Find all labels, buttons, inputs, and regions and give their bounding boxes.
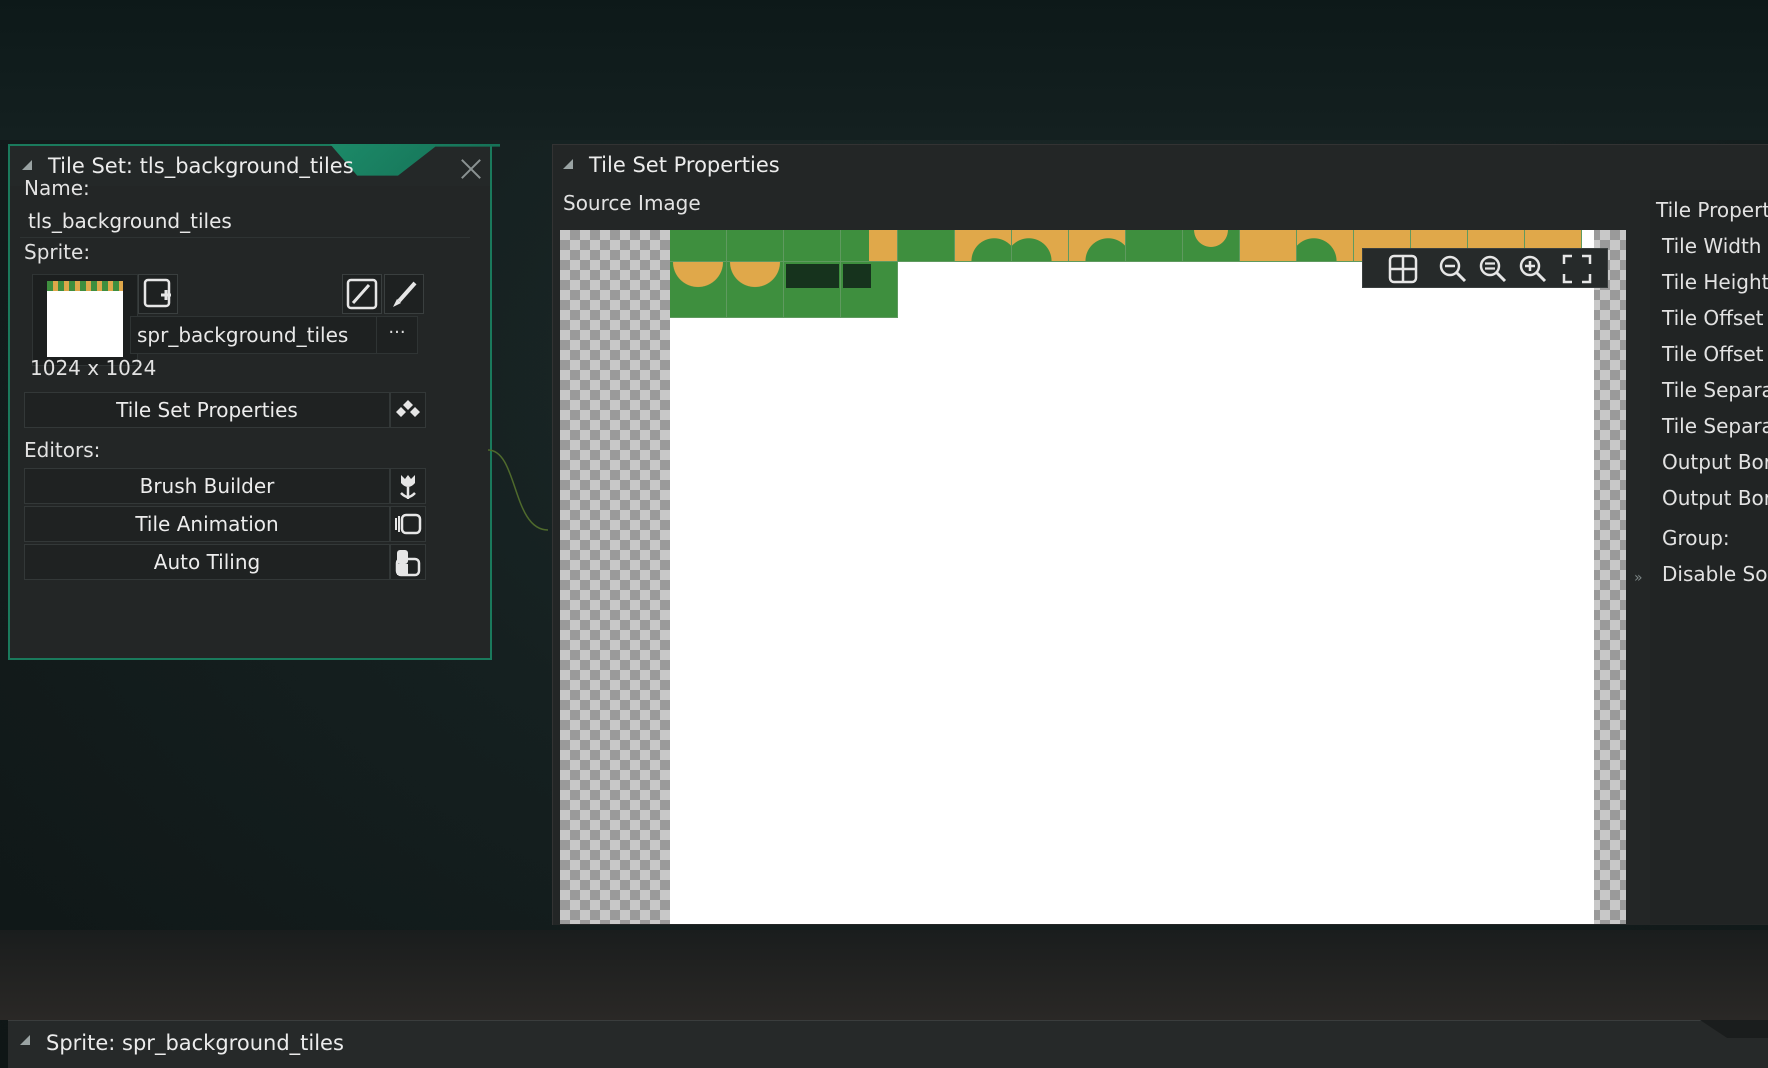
panel-expander-icon[interactable]: » bbox=[1634, 570, 1643, 586]
film-frames-icon bbox=[395, 513, 422, 535]
sprite-browse-button[interactable]: ··· bbox=[376, 316, 418, 354]
tile[interactable] bbox=[1126, 230, 1183, 262]
brush-builder-button[interactable]: Brush Builder bbox=[24, 468, 390, 504]
source-image bbox=[670, 230, 1594, 924]
auto-tiling-button[interactable]: Auto Tiling bbox=[24, 544, 390, 580]
brush-icon bbox=[393, 281, 417, 307]
tile-properties-panel: Tile Propert Tile Width Tile Height Tile… bbox=[1650, 190, 1768, 924]
tile-separation-x-label: Tile Separa bbox=[1662, 378, 1768, 402]
tile-set-properties-icon-button[interactable] bbox=[390, 392, 426, 428]
auto-tiling-icon-button[interactable] bbox=[390, 544, 426, 580]
name-field[interactable]: tls_background_tiles bbox=[20, 204, 470, 238]
sprite-preview-image bbox=[47, 281, 123, 357]
tile[interactable] bbox=[670, 230, 727, 262]
sprite-name-field[interactable]: spr_background_tiles bbox=[130, 316, 412, 354]
output-border-x-label: Output Bor bbox=[1662, 450, 1768, 474]
tiles-diamond-icon bbox=[396, 400, 420, 417]
tile[interactable] bbox=[1069, 230, 1126, 262]
tile-animation-button[interactable]: Tile Animation bbox=[24, 506, 390, 542]
collapse-triangle-icon[interactable] bbox=[22, 160, 32, 170]
tile[interactable] bbox=[784, 262, 841, 318]
tile-separation-y-label: Tile Separa bbox=[1662, 414, 1768, 438]
grid-toggle-button[interactable] bbox=[1387, 253, 1419, 285]
editors-label: Editors: bbox=[24, 438, 101, 462]
properties-window-title: Tile Set Properties bbox=[589, 153, 780, 177]
close-icon[interactable] bbox=[460, 158, 482, 180]
workspace-background bbox=[0, 0, 1768, 140]
edit-sprite-button[interactable] bbox=[384, 274, 424, 314]
fit-to-view-button[interactable] bbox=[1561, 253, 1593, 285]
tile-height-label: Tile Height bbox=[1662, 270, 1768, 294]
disable-source-label: Disable Sou bbox=[1662, 562, 1768, 586]
tile[interactable] bbox=[1297, 230, 1354, 262]
zoom-out-button[interactable] bbox=[1437, 253, 1469, 285]
sprite-thumbnail[interactable] bbox=[32, 274, 138, 366]
tile-width-label: Tile Width bbox=[1662, 234, 1762, 258]
zoom-out-icon bbox=[1439, 255, 1467, 283]
sprite-window[interactable]: Sprite: spr_background_tiles bbox=[8, 1020, 1768, 1068]
sprite-window-title: Sprite: spr_background_tiles bbox=[46, 1031, 344, 1055]
tile[interactable] bbox=[955, 230, 1012, 262]
sprite-label: Sprite: bbox=[24, 240, 91, 264]
brush-builder-icon-button[interactable] bbox=[390, 468, 426, 504]
tileset-window: Tile Set: tls_background_tiles Name: tls… bbox=[8, 144, 500, 660]
source-image-label: Source Image bbox=[563, 191, 701, 215]
zoom-reset-button[interactable] bbox=[1477, 253, 1509, 285]
new-sprite-icon bbox=[143, 278, 171, 308]
workspace-background-bottom bbox=[0, 930, 1768, 1020]
sprite-preview-strip bbox=[47, 281, 123, 291]
tile[interactable] bbox=[727, 262, 784, 318]
group-label: Group: bbox=[1662, 526, 1730, 550]
tile-properties-heading: Tile Propert bbox=[1656, 198, 1768, 222]
tile[interactable] bbox=[670, 262, 727, 318]
dark-grass-tile bbox=[786, 264, 839, 288]
tileset-window-title: Tile Set: tls_background_tiles bbox=[48, 154, 354, 178]
tile[interactable] bbox=[841, 262, 898, 318]
tile[interactable] bbox=[727, 230, 784, 262]
fullscreen-icon bbox=[1562, 254, 1592, 284]
name-label: Name: bbox=[24, 176, 90, 200]
grid-icon bbox=[1388, 254, 1418, 284]
auto-tile-icon bbox=[395, 550, 421, 577]
tile[interactable] bbox=[841, 230, 898, 262]
tile[interactable] bbox=[1183, 230, 1240, 262]
output-border-y-label: Output Bor bbox=[1662, 486, 1768, 510]
view-toolbar bbox=[1362, 248, 1608, 288]
edit-image-button[interactable] bbox=[342, 274, 382, 314]
collapse-triangle-icon[interactable] bbox=[20, 1035, 30, 1045]
tulip-icon bbox=[400, 475, 416, 499]
tile[interactable] bbox=[1012, 230, 1069, 262]
tile-animation-icon-button[interactable] bbox=[390, 506, 426, 542]
tile[interactable] bbox=[898, 230, 955, 262]
edit-image-icon bbox=[346, 278, 378, 310]
sprite-dimensions: 1024 x 1024 bbox=[30, 356, 157, 380]
zoom-in-button[interactable] bbox=[1517, 253, 1549, 285]
tile-offset-x-label: Tile Offset X bbox=[1662, 306, 1768, 330]
zoom-in-icon bbox=[1519, 255, 1547, 283]
tile-set-properties-button[interactable]: Tile Set Properties bbox=[24, 392, 390, 428]
window-connector-line bbox=[488, 449, 549, 531]
tile-offset-y-label: Tile Offset Y bbox=[1662, 342, 1768, 366]
dark-grass-tile bbox=[843, 264, 871, 288]
tile[interactable] bbox=[1240, 230, 1297, 262]
zoom-reset-icon bbox=[1479, 255, 1507, 283]
tile[interactable] bbox=[784, 230, 841, 262]
collapse-triangle-icon[interactable] bbox=[563, 159, 573, 169]
new-sprite-button[interactable] bbox=[138, 274, 178, 314]
